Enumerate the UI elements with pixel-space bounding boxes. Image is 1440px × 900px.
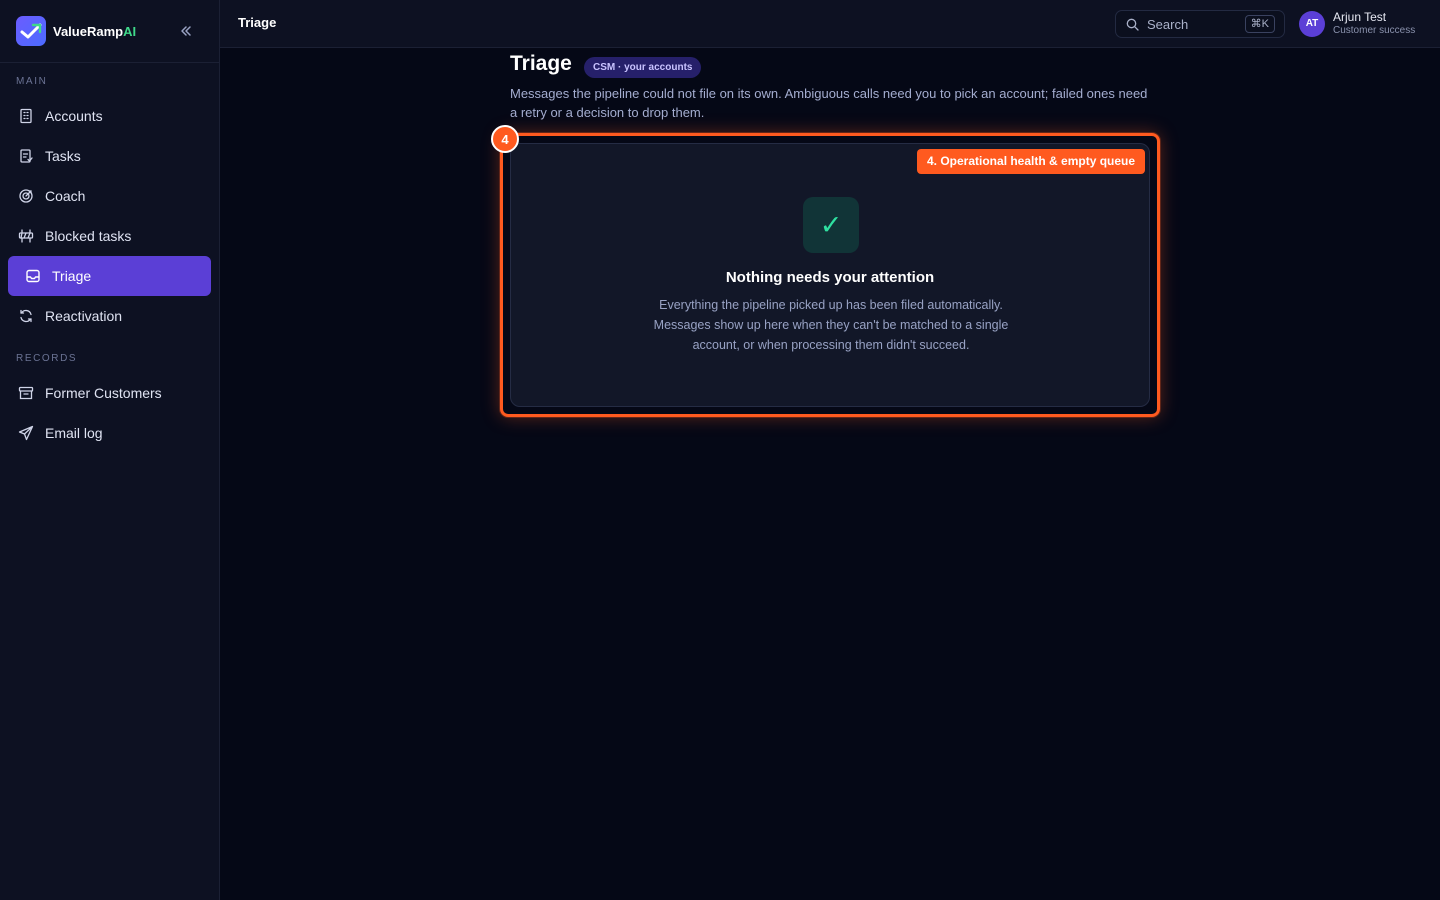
send-icon	[17, 424, 35, 442]
page-title: Triage	[510, 52, 572, 75]
nav-section-label-main: MAIN	[16, 76, 48, 87]
search-icon	[1126, 18, 1139, 31]
sidebar-item-label: Triage	[52, 268, 92, 284]
brand-name: ValueRampAI	[53, 24, 136, 39]
app-root: ValueRampAI MAIN Accounts Tasks Coach Bl…	[0, 0, 1440, 900]
nav-section-label-records: RECORDS	[16, 353, 78, 364]
barrier-icon	[17, 227, 35, 245]
sidebar-item-triage[interactable]: Triage	[8, 256, 211, 296]
tour-step-label: 4. Operational health & empty queue	[917, 149, 1146, 174]
brand-name-accent: AI	[123, 23, 137, 39]
collapse-sidebar-button[interactable]	[175, 20, 197, 42]
sidebar-item-blocked-tasks[interactable]: Blocked tasks	[8, 216, 211, 256]
sidebar-item-email-log[interactable]: Email log	[8, 413, 211, 453]
brand: ValueRampAI	[0, 0, 219, 63]
sidebar-item-coach[interactable]: Coach	[8, 176, 211, 216]
sidebar-item-label: Email log	[45, 425, 103, 441]
sidebar: ValueRampAI MAIN Accounts Tasks Coach Bl…	[0, 0, 220, 900]
user-name: Arjun Test	[1333, 10, 1387, 24]
sidebar-item-label: Tasks	[45, 148, 81, 164]
topbar: Triage Search ⌘K AT Arjun Test Customer …	[220, 0, 1440, 48]
sidebar-item-label: Accounts	[45, 108, 103, 124]
building-icon	[17, 107, 35, 125]
target-icon	[17, 187, 35, 205]
clipboard-icon	[17, 147, 35, 165]
sidebar-item-reactivation[interactable]: Reactivation	[8, 296, 211, 336]
user-role: Customer success	[1333, 25, 1416, 36]
sidebar-item-label: Blocked tasks	[45, 228, 132, 244]
brand-name-main: ValueRamp	[53, 23, 124, 39]
sidebar-item-tasks[interactable]: Tasks	[8, 136, 211, 176]
sidebar-item-former-customers[interactable]: Former Customers	[8, 373, 211, 413]
sidebar-item-label: Reactivation	[45, 308, 123, 324]
user-info: Arjun Test Customer success	[1333, 10, 1415, 37]
breadcrumb-title: Triage	[238, 15, 277, 30]
sidebar-item-label: Former Customers	[45, 385, 162, 401]
sidebar-item-label: Coach	[45, 188, 86, 204]
search-shortcut-badge: ⌘K	[1244, 15, 1275, 33]
page-description: Messages the pipeline could not file on …	[510, 86, 1148, 120]
inbox-icon	[24, 267, 42, 285]
archive-icon	[17, 384, 35, 402]
refresh-icon	[17, 307, 35, 325]
check-logo-icon	[16, 16, 46, 46]
user-menu[interactable]: AT Arjun Test Customer success	[1299, 10, 1415, 37]
tour-step-number: 4	[491, 125, 519, 153]
sidebar-item-accounts[interactable]: Accounts	[8, 96, 211, 136]
search-placeholder: Search	[1147, 16, 1189, 32]
search-input[interactable]: Search ⌘K	[1115, 10, 1285, 38]
avatar: AT	[1299, 10, 1325, 37]
tour-highlight-frame	[500, 133, 1160, 417]
double-chevron-left-icon	[181, 26, 191, 36]
scope-badge: CSM · your accounts	[584, 57, 702, 78]
